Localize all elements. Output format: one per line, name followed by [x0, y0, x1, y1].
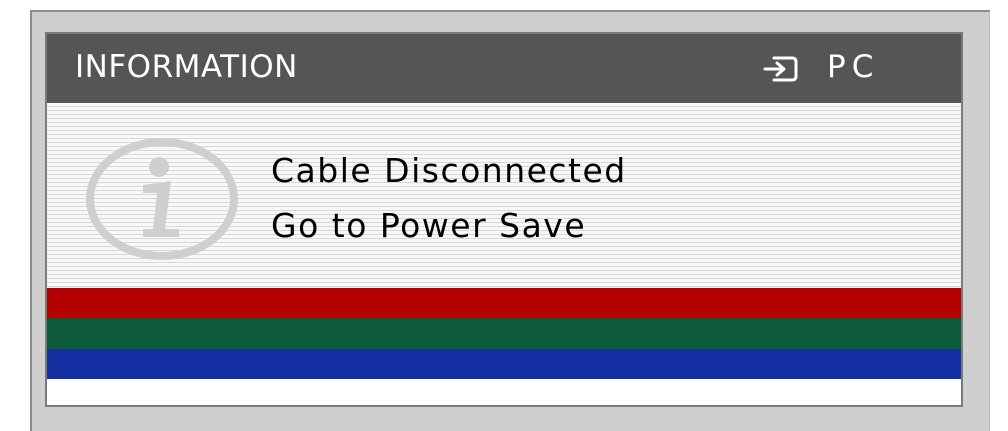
dialog-title: INFORMATION [75, 49, 298, 85]
green-color-bar [47, 318, 961, 349]
information-dialog: INFORMATION PC Cable Disconnected Go to … [45, 32, 963, 407]
message-cable-disconnected: Cable Disconnected [271, 151, 627, 190]
dialog-header: INFORMATION PC [47, 34, 961, 103]
input-source-label: PC [827, 49, 880, 85]
blue-color-bar [47, 349, 961, 379]
info-icon [86, 138, 238, 260]
dialog-body: Cable Disconnected Go to Power Save [47, 103, 961, 288]
dialog-footer [47, 379, 961, 405]
input-source-icon [763, 56, 798, 82]
osd-frame: INFORMATION PC Cable Disconnected Go to … [30, 10, 990, 431]
red-color-bar [47, 288, 961, 318]
message-power-save: Go to Power Save [271, 206, 587, 245]
